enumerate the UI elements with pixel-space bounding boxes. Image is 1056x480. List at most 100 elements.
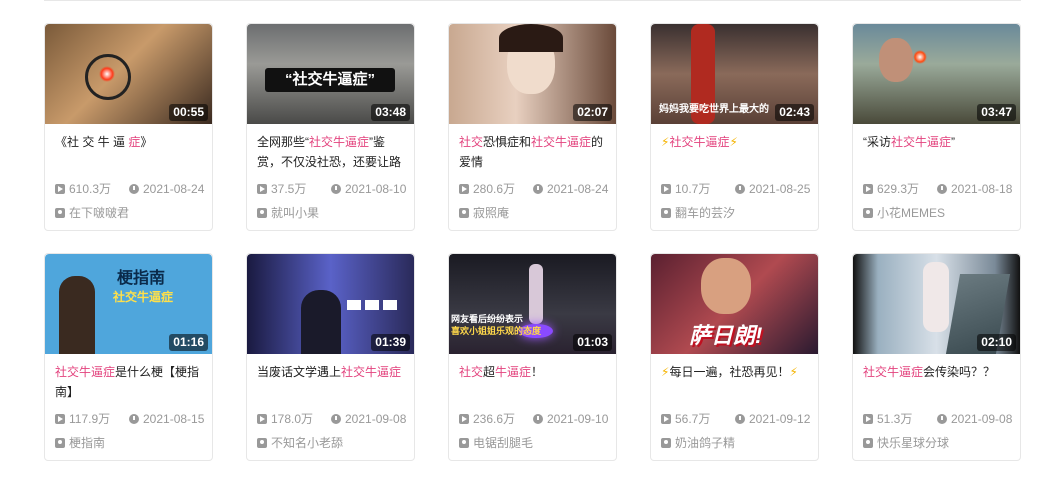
title-highlight: 症 [128, 135, 141, 149]
title-highlight: 社交牛逼症 [341, 365, 402, 379]
publish-date: 2021-08-15 [143, 412, 205, 426]
uploader[interactable]: 小花MEMES [863, 205, 945, 221]
video-card[interactable]: “社交牛逼症” 03:48 全网那些“社交牛逼症”鉴赏，不仅没社恐，还要让路 3… [246, 23, 415, 231]
thumbnail-caption: 妈妈我要吃世界上最大的 [659, 104, 769, 115]
uploader[interactable]: 就叫小果 [257, 205, 319, 221]
title-highlight: 社交牛逼症 [891, 135, 952, 149]
video-title[interactable]: 社交恐惧症和社交牛逼症的爱情 [459, 132, 607, 172]
title-text: ！ [531, 365, 544, 379]
title-highlight: 社交 [459, 365, 484, 379]
play-count: 178.0万 [271, 412, 314, 426]
uploader[interactable]: 梗指南 [55, 435, 105, 451]
video-title[interactable]: “采访社交牛逼症” [863, 132, 1011, 172]
uploader-name[interactable]: 梗指南 [69, 436, 105, 450]
title-highlight: 牛逼症 [495, 365, 532, 379]
clock-icon [331, 184, 341, 194]
video-card[interactable]: 03:47 “采访社交牛逼症” 629.3万 2021-08-18 小花MEMES [852, 23, 1021, 231]
play-count: 629.3万 [877, 182, 920, 196]
title-highlight: 社交牛逼症 [863, 365, 924, 379]
video-thumbnail[interactable]: 02:10 [853, 254, 1020, 354]
play-count-icon [459, 184, 469, 194]
user-icon [459, 208, 469, 218]
video-thumbnail[interactable]: 03:47 [853, 24, 1020, 124]
uploader[interactable]: 翻车的芸汐 [661, 205, 735, 221]
publish-date: 2021-08-10 [345, 182, 407, 196]
video-card[interactable]: 梗指南 社交牛逼症 01:16 社交牛逼症是什么梗【梗指南】 117.9万 202… [44, 253, 213, 461]
video-title[interactable]: 社交牛逼症是什么梗【梗指南】 [55, 362, 203, 402]
video-stats: 51.3万 2021-09-08 [863, 411, 1012, 427]
uploader[interactable]: 不知名小老舔 [257, 435, 343, 451]
video-card[interactable]: 00:55 《社 交 牛 逼 症》 610.3万 2021-08-24 在下啵啵君 [44, 23, 213, 231]
publish-date: 2021-09-08 [951, 412, 1013, 426]
video-card[interactable]: 妈妈我要吃世界上最大的 02:43 ⚡社交牛逼症⚡ 10.7万 2021-08-2… [650, 23, 819, 231]
video-title[interactable]: 社交超牛逼症！ [459, 362, 607, 402]
video-card[interactable]: 网友看后纷纷表示 喜欢小姐姐乐观的态度 01:03 社交超牛逼症！ 236.6万… [448, 253, 617, 461]
user-icon [459, 438, 469, 448]
thumbnail-caption: 梗指南 [117, 270, 166, 287]
uploader[interactable]: 寂照庵 [459, 205, 509, 221]
uploader-name[interactable]: 在下啵啵君 [69, 206, 129, 220]
video-title[interactable]: 社交牛逼症会传染吗？？ [863, 362, 1011, 402]
video-title[interactable]: ⚡社交牛逼症⚡ [661, 132, 809, 172]
title-highlight: 社交牛逼症 [669, 135, 730, 149]
uploader[interactable]: 在下啵啵君 [55, 205, 129, 221]
video-card[interactable]: 01:39 当废话文学遇上社交牛逼症 178.0万 2021-09-08 不知名小… [246, 253, 415, 461]
duration-badge: 01:03 [573, 334, 612, 351]
video-stats: 280.6万 2021-08-24 [459, 181, 608, 197]
uploader-name[interactable]: 就叫小果 [271, 206, 319, 220]
clock-icon [129, 414, 139, 424]
lightning-icon: ⚡ [789, 365, 798, 379]
thumbnail-caption-2: 社交牛逼症 [113, 290, 174, 304]
clock-icon [533, 414, 543, 424]
thumbnail-caption: “社交牛逼症” [265, 68, 395, 92]
publish-date: 2021-08-24 [143, 182, 205, 196]
duration-badge: 00:55 [169, 104, 208, 121]
video-thumbnail[interactable]: 00:55 [45, 24, 212, 124]
clock-icon [129, 184, 139, 194]
uploader-name[interactable]: 电锯刮腿毛 [473, 436, 533, 450]
uploader-name[interactable]: 寂照庵 [473, 206, 509, 220]
clock-icon [533, 184, 543, 194]
uploader[interactable]: 电锯刮腿毛 [459, 435, 533, 451]
title-highlight: 社交牛逼症 [309, 135, 370, 149]
duration-badge: 01:39 [371, 334, 410, 351]
video-thumbnail[interactable]: 梗指南 社交牛逼症 01:16 [45, 254, 212, 354]
duration-badge: 02:43 [775, 104, 814, 121]
video-card[interactable]: 02:10 社交牛逼症会传染吗？？ 51.3万 2021-09-08 快乐星球分球 [852, 253, 1021, 461]
title-text: 每日一遍，社恐再见！ [669, 365, 790, 379]
video-thumbnail[interactable]: 萨日朗! [651, 254, 818, 354]
video-thumbnail[interactable]: 网友看后纷纷表示 喜欢小姐姐乐观的态度 01:03 [449, 254, 616, 354]
title-text: ” [951, 135, 956, 149]
play-count-icon [55, 184, 65, 194]
uploader-name[interactable]: 快乐星球分球 [877, 436, 949, 450]
user-icon [257, 438, 267, 448]
uploader-name[interactable]: 奶油鸽子精 [675, 436, 735, 450]
uploader[interactable]: 奶油鸽子精 [661, 435, 735, 451]
video-card[interactable]: 萨日朗! ⚡每日一遍，社恐再见！⚡ 56.7万 2021-09-12 奶油鸽子精 [650, 253, 819, 461]
video-card[interactable]: 02:07 社交恐惧症和社交牛逼症的爱情 280.6万 2021-08-24 寂照… [448, 23, 617, 231]
play-count: 236.6万 [473, 412, 516, 426]
title-text: 当废话文学遇上 [257, 365, 342, 379]
uploader-name[interactable]: 翻车的芸汐 [675, 206, 735, 220]
video-stats: 56.7万 2021-09-12 [661, 411, 810, 427]
video-thumbnail[interactable]: “社交牛逼症” 03:48 [247, 24, 414, 124]
video-title[interactable]: 《社 交 牛 逼 症》 [55, 132, 203, 172]
play-count-icon [661, 184, 671, 194]
video-thumbnail[interactable]: 02:07 [449, 24, 616, 124]
publish-date: 2021-08-25 [749, 182, 811, 196]
publish-date: 2021-09-12 [749, 412, 811, 426]
video-stats: 37.5万 2021-08-10 [257, 181, 406, 197]
uploader[interactable]: 快乐星球分球 [863, 435, 949, 451]
play-count-icon [661, 414, 671, 424]
title-text: “采访 [863, 135, 891, 149]
video-title[interactable]: ⚡每日一遍，社恐再见！⚡ [661, 362, 809, 402]
video-title[interactable]: 当废话文学遇上社交牛逼症 [257, 362, 405, 402]
uploader-name[interactable]: 小花MEMES [877, 206, 945, 220]
video-title[interactable]: 全网那些“社交牛逼症”鉴赏，不仅没社恐，还要让路 [257, 132, 405, 172]
uploader-name[interactable]: 不知名小老舔 [271, 436, 343, 450]
play-count-icon [863, 184, 873, 194]
duration-badge: 03:47 [977, 104, 1016, 121]
video-thumbnail[interactable]: 妈妈我要吃世界上最大的 02:43 [651, 24, 818, 124]
clock-icon [735, 414, 745, 424]
video-thumbnail[interactable]: 01:39 [247, 254, 414, 354]
